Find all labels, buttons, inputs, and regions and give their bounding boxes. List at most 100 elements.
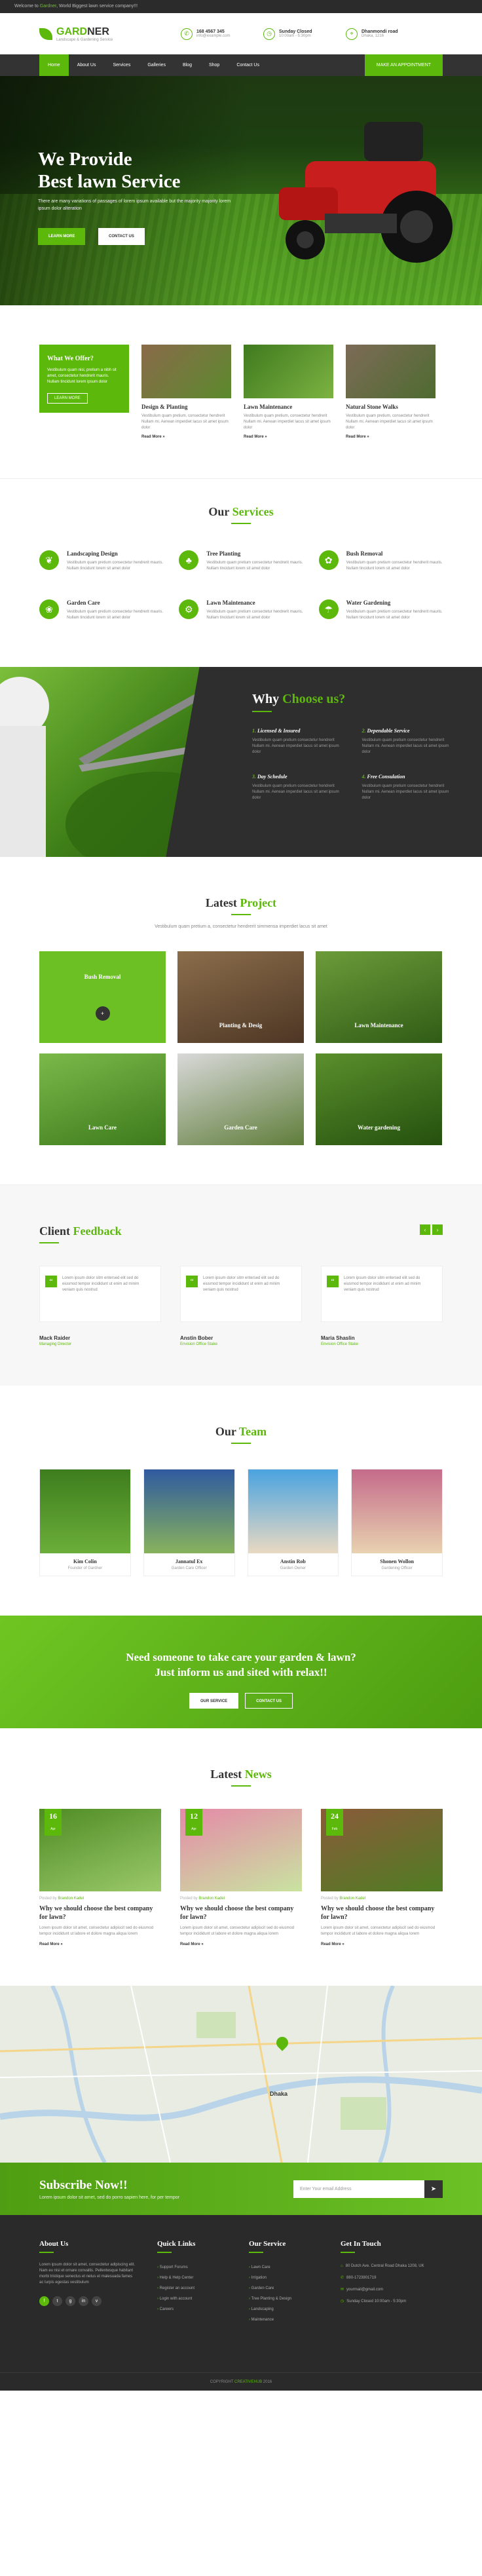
footer-service-link[interactable]: Landscaping <box>249 2304 341 2315</box>
member-photo <box>143 1469 234 1553</box>
linkedin-icon[interactable]: in <box>79 2296 88 2306</box>
footer-link[interactable]: Register an account <box>157 2283 249 2294</box>
footer-link[interactable]: Support Forums <box>157 2262 249 2273</box>
twitter-icon[interactable]: t <box>52 2296 62 2306</box>
read-more-link[interactable]: Read More » <box>39 1942 161 1946</box>
post-title[interactable]: Why we should choose the best company fo… <box>39 1904 161 1922</box>
footer-link[interactable]: Login with account <box>157 2294 249 2304</box>
project-item[interactable]: Water gardening <box>316 1053 442 1145</box>
email-text[interactable]: yourmail@gmail.com <box>346 2288 383 2292</box>
nav-contact[interactable]: Contact Us <box>228 54 268 76</box>
copyright-brand[interactable]: CREATIVEHUB <box>234 2380 262 2384</box>
offer-title[interactable]: Lawn Maintenance <box>244 404 333 410</box>
team-member[interactable]: Kim Colin Founder of Gardner <box>39 1469 131 1576</box>
cta-contact-button[interactable]: CONTACT US <box>245 1693 293 1709</box>
send-icon[interactable]: ➤ <box>424 2180 443 2198</box>
footer-link[interactable]: Help & Help Center <box>157 2273 249 2283</box>
team-member[interactable]: Anstin Rob Garden Owner <box>247 1469 339 1576</box>
nav-galleries[interactable]: Galleries <box>139 54 174 76</box>
post-date: 12 Apr <box>185 1809 202 1836</box>
news-image[interactable]: 16 Apr <box>39 1809 161 1891</box>
footer-about-title: About Us <box>39 2240 69 2248</box>
facebook-icon[interactable]: f <box>39 2296 49 2306</box>
vimeo-icon[interactable]: v <box>92 2296 102 2306</box>
service-title: Water Gardening <box>346 599 391 606</box>
offer-title[interactable]: Design & Planting <box>141 404 231 410</box>
service-item[interactable]: ✿ Bush Removal Vestibulum quam pretium con… <box>318 550 443 572</box>
footer-service-link[interactable]: Tree Planting & Design <box>249 2294 341 2304</box>
feedback-title-a: Client <box>39 1224 70 1238</box>
post-author[interactable]: Brandon Kadel <box>339 1897 365 1901</box>
nav-blog[interactable]: Blog <box>174 54 200 76</box>
welcome-brand[interactable]: Gardner <box>40 4 56 9</box>
why-item: 4. Free Consulation Vestibulum quam preti… <box>362 774 456 801</box>
why-item-title: Free Consulation <box>367 774 405 780</box>
project-item[interactable]: Lawn Care <box>39 1053 166 1145</box>
footer-service-link[interactable]: Lawn Care <box>249 2262 341 2273</box>
offer-card: Lawn Maintenance Vestibulum quam pretium… <box>244 345 333 439</box>
plus-icon[interactable]: + <box>95 1006 110 1021</box>
phone-number[interactable]: 168 4567 345 <box>196 29 230 34</box>
team-member[interactable]: Jannatul Ex Garden Care Officer <box>143 1469 235 1576</box>
phone-text[interactable]: 880-1723801719 <box>346 2276 376 2280</box>
nav-home[interactable]: Home <box>39 54 69 76</box>
read-more-link[interactable]: Read More » <box>244 435 333 439</box>
footer-service-link[interactable]: Garden Care <box>249 2283 341 2294</box>
project-label: Planting & Desig <box>219 1022 263 1029</box>
email-address[interactable]: info@example.com <box>196 34 230 38</box>
news-image[interactable]: 24 Feb <box>321 1809 443 1891</box>
footer-service-link[interactable]: Irrigation <box>249 2273 341 2283</box>
hero-title: We Provide Best lawn Service <box>38 148 180 193</box>
service-item[interactable]: ❦ Landscaping Design Vestibulum quam preti… <box>39 550 163 572</box>
footer-link[interactable]: Careers <box>157 2304 249 2315</box>
why-item-text: Vestibulum quam pretium consectetur hend… <box>362 738 449 754</box>
nav-about[interactable]: About Us <box>69 54 105 76</box>
post-author[interactable]: Brandon Kadel <box>198 1897 225 1901</box>
learn-more-button[interactable]: LEARN MORE <box>38 228 86 245</box>
project-item[interactable]: Garden Care <box>177 1053 304 1145</box>
offer-title[interactable]: Natural Stone Walks <box>346 404 436 410</box>
google-plus-icon[interactable]: g <box>65 2296 75 2306</box>
prev-arrow-icon[interactable]: ‹ <box>420 1224 430 1235</box>
project-item[interactable]: Planting & Desig <box>177 951 304 1043</box>
contact-address: ⌂ 80 Dutch Ave. Central Road Dhaka 1208, … <box>341 2262 432 2270</box>
project-item[interactable]: Lawn Maintenance <box>316 951 442 1043</box>
service-text: Vestibulum quam pretium consectetur hend… <box>346 561 443 571</box>
services-title-a: Our <box>208 505 230 518</box>
service-item[interactable]: ⚙ Lawn Maintenance Vestibulum quam pretium… <box>179 599 303 621</box>
service-item[interactable]: ☂ Water Gardening Vestibulum quam pretium … <box>318 599 443 621</box>
post-date: 24 Feb <box>326 1809 343 1836</box>
title-underline <box>252 711 272 712</box>
hero-banner: We Provide Best lawn Service There are ma… <box>0 76 482 305</box>
email-input[interactable]: Enter Your email Address <box>293 2180 424 2198</box>
why-num: 3. <box>252 774 256 780</box>
contact-us-button[interactable]: CONTACT US <box>98 228 145 245</box>
post-author[interactable]: Brandon Kadel <box>58 1897 84 1901</box>
logo[interactable]: GARDNER Landscape & Gardening Service <box>39 26 181 42</box>
header-hours: ◷ Sunday Closed 10:00am - 5:30pm <box>263 28 346 40</box>
project-label: Bush Removal <box>84 974 121 980</box>
project-item[interactable]: Bush Removal + <box>39 951 166 1043</box>
news-image[interactable]: 12 Apr <box>180 1809 302 1891</box>
service-item[interactable]: ♣ Tree Planting Vestibulum quam pretium co… <box>179 550 303 572</box>
nav-services[interactable]: Services <box>104 54 139 76</box>
read-more-link[interactable]: Read More » <box>346 435 436 439</box>
our-service-button[interactable]: OUR SERVICE <box>189 1693 239 1709</box>
contact-hours: ◷ Sunday Closed 10:00am - 5:30pm <box>341 2298 432 2305</box>
service-item[interactable]: ❀ Garden Care Vestibulum quam pretium cons… <box>39 599 163 621</box>
post-title[interactable]: Why we should choose the best company fo… <box>180 1904 302 1922</box>
read-more-link[interactable]: Read More » <box>180 1942 302 1946</box>
footer-service-link[interactable]: Maintenance <box>249 2315 341 2325</box>
appointment-button[interactable]: MAKE AN APPOINTMENT <box>364 54 443 76</box>
post-month: Feb <box>331 1827 338 1831</box>
next-arrow-icon[interactable]: › <box>432 1224 443 1235</box>
location-map[interactable]: Dhaka <box>0 1986 482 2163</box>
member-photo <box>40 1469 130 1553</box>
read-more-link[interactable]: Read More » <box>141 435 231 439</box>
header-phone: ✆ 168 4567 345 info@example.com <box>181 28 263 40</box>
post-title[interactable]: Why we should choose the best company fo… <box>321 1904 443 1922</box>
nav-shop[interactable]: Shop <box>200 54 228 76</box>
offer-learn-more-button[interactable]: LEARN MORE <box>47 393 88 404</box>
team-member[interactable]: Shonen Wollon Gardening Officer <box>351 1469 443 1576</box>
read-more-link[interactable]: Read More » <box>321 1942 443 1946</box>
